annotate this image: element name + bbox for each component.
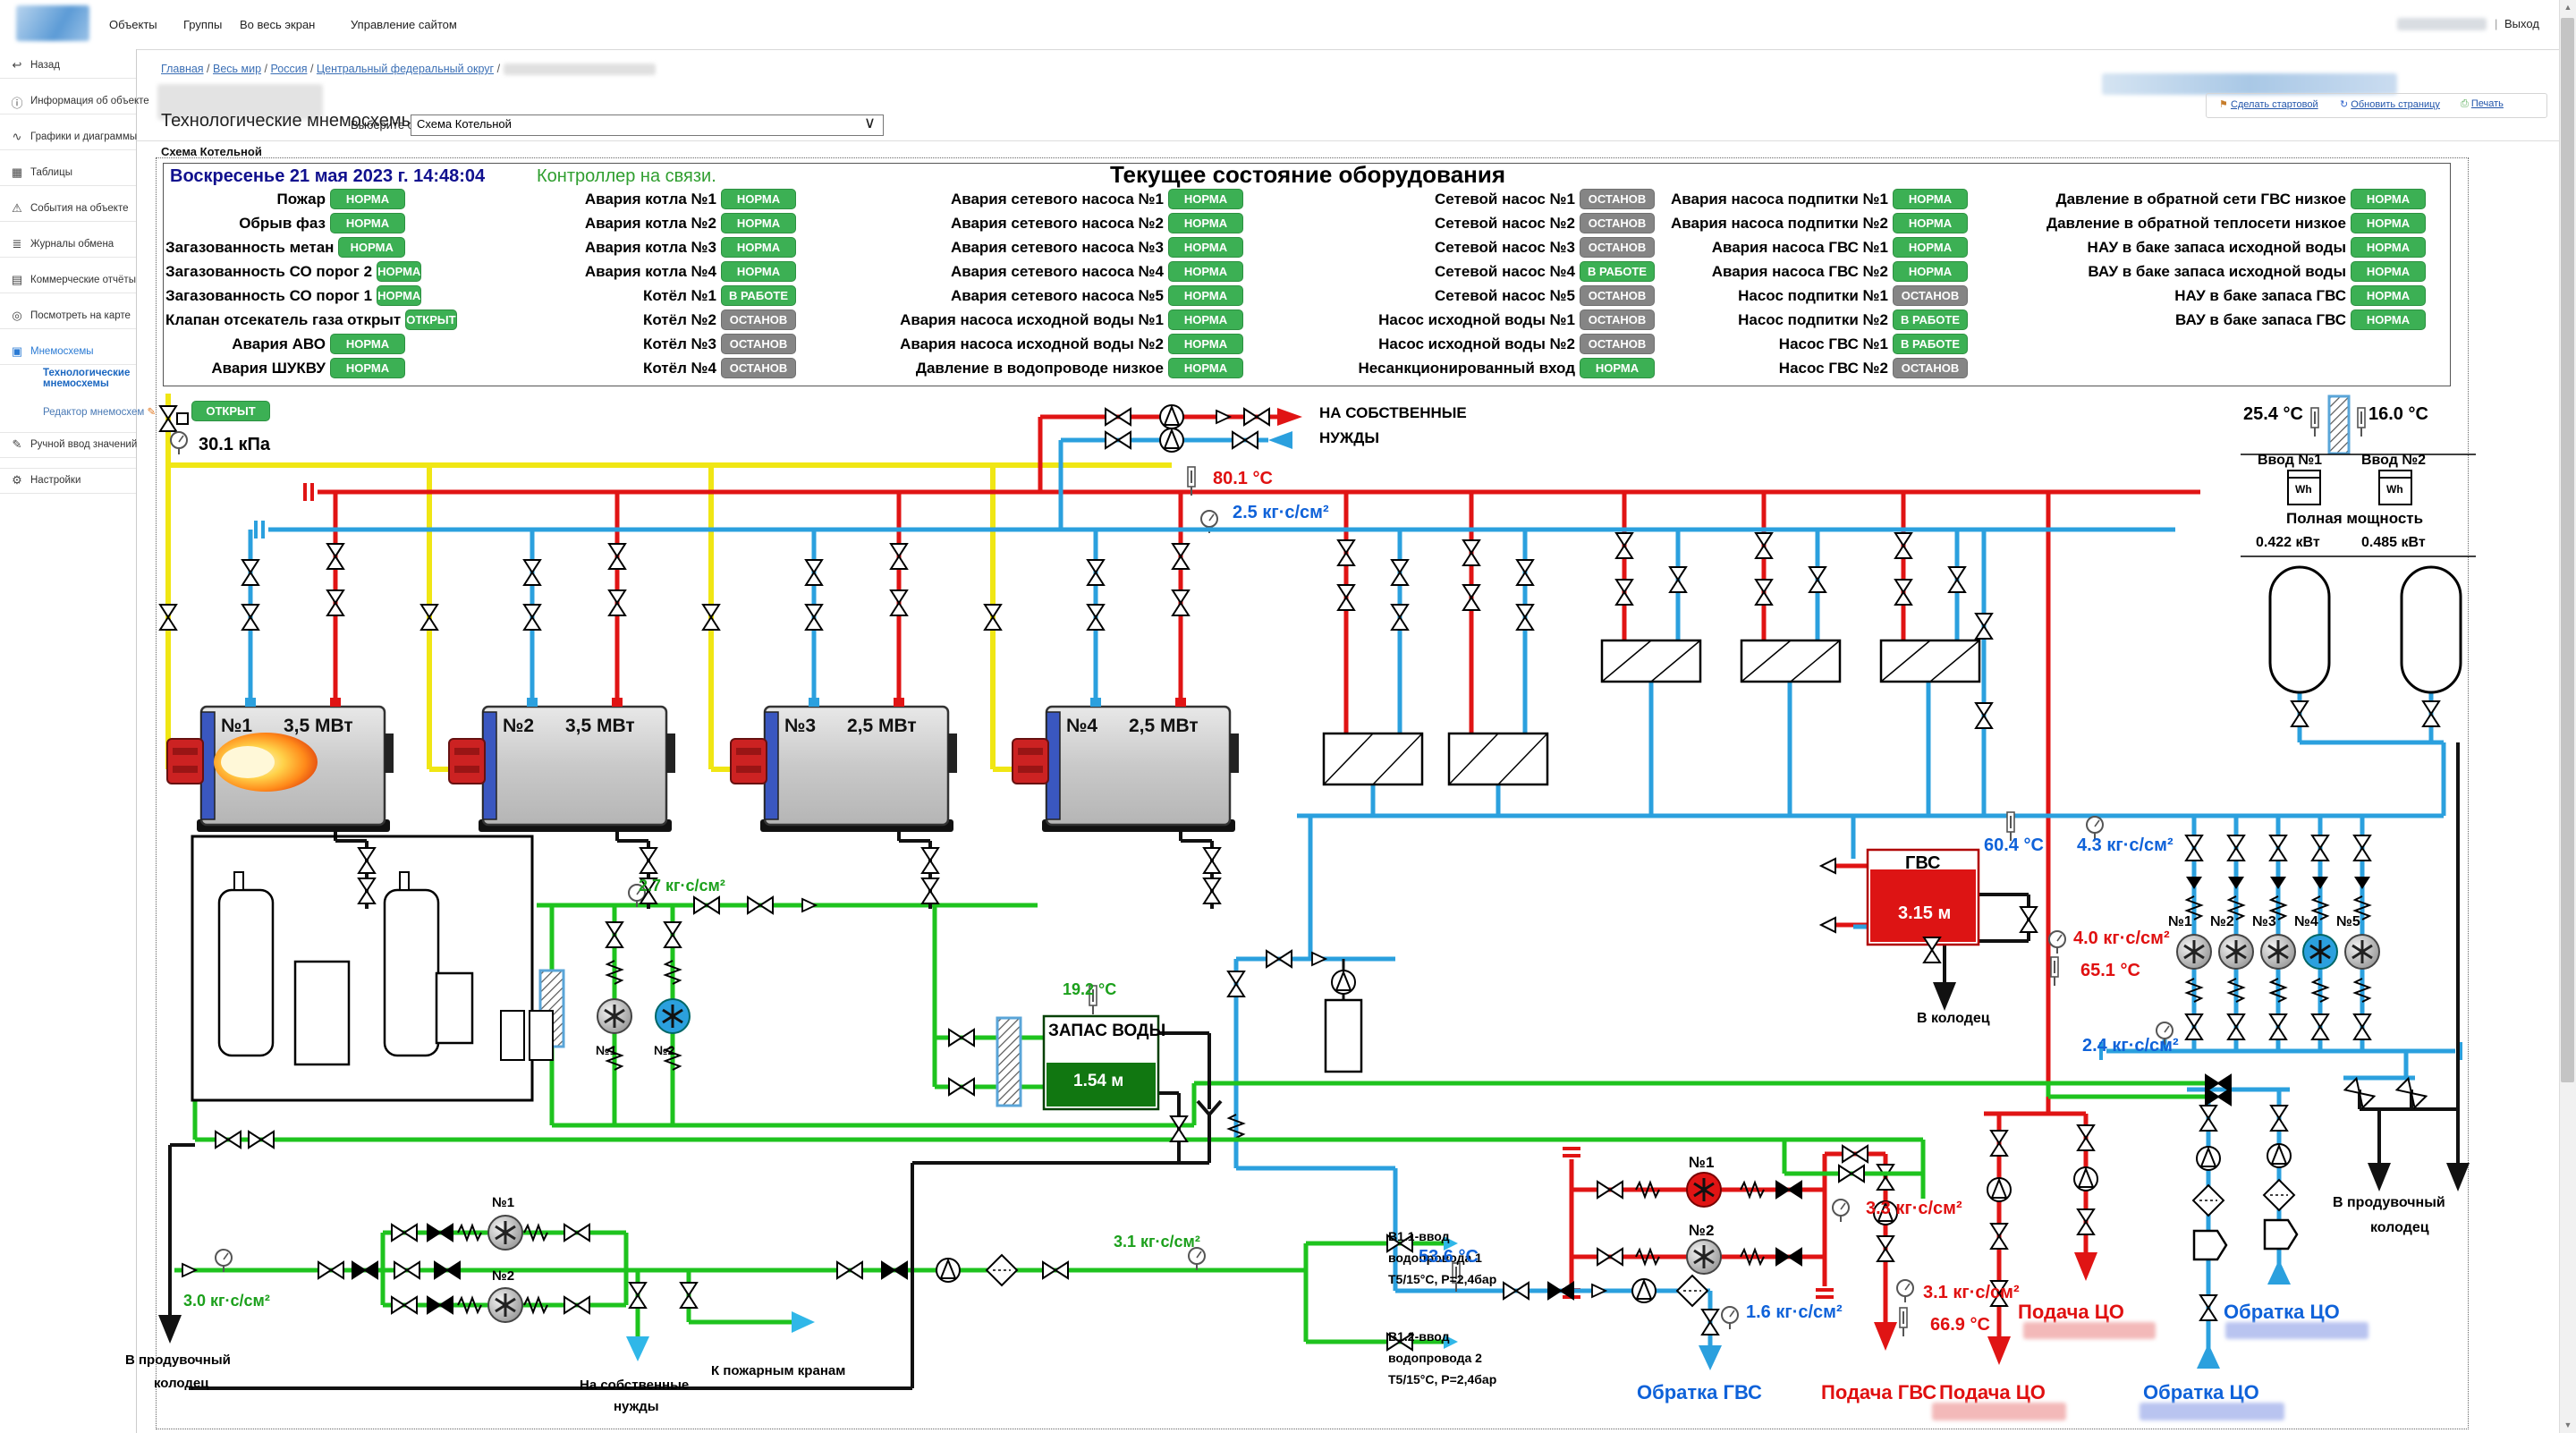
gas-main-valve-icon [160,406,176,431]
full-power: Полная мощность [2286,510,2423,528]
blowdown-r1: В продувочный [2333,1195,2445,1211]
obratka-gvs: Обратка ГВС [1637,1381,1762,1404]
own-needs-2: НУЖДЫ [1319,429,1379,447]
scroll-thumb[interactable] [2561,18,2574,1082]
p-24: 2.4 кг·с/см² [2082,1036,2179,1056]
vvod-1: Ввод №1 [2258,453,2322,469]
net-pump-3: №3 [2252,914,2276,930]
expansion-tank-1 [2270,567,2329,692]
net-pump-1: №1 [2168,914,2192,930]
svg-text:№3: №3 [784,716,816,736]
vvod-2: Ввод №2 [2361,453,2426,469]
inlet-heat-exchanger [2329,396,2349,454]
podacha-co-2: Подача ЦО [2018,1301,2124,1324]
t-cold-out: 16.0 °C [2368,404,2428,425]
raw-pump-2: №2 [492,1268,514,1284]
soft-pump-2: №2 [654,1043,674,1057]
t-536: 53.6 °C [1419,1247,1479,1268]
p-43: 4.3 кг·с/см² [2077,835,2174,856]
vertical-scrollbar[interactable]: ▲ ▼ [2559,0,2576,1433]
gvs-pump-1: №1 [1689,1154,1714,1172]
svg-text:2,5 МВт: 2,5 МВт [847,716,917,736]
t-192: 19.2 °C [1063,980,1116,999]
svg-text:№2: №2 [503,716,534,736]
wh-2: Wh [2386,483,2403,496]
svg-text:3,5 МВт: 3,5 МВт [565,716,635,736]
t-669: 66.9 °C [1930,1315,1990,1335]
power-1: 0.422 кВт [2256,535,2320,551]
water-treatment-unit [192,836,553,1100]
gas-valve-state-badge: ОТКРЫТ [191,401,270,421]
v12-2: водопровода 2 [1388,1351,1482,1365]
gas-pressure: 30.1 кПа [199,435,270,455]
gvs-tank-level: 3.15 м [1898,903,1951,924]
obratka-co-1: Обратка ЦО [2224,1301,2340,1324]
scroll-down-button[interactable]: ▼ [2560,1418,2576,1433]
redacted-address-pink-2 [2023,1322,2156,1339]
boiler-№1: №1 3,5 МВт [167,698,394,832]
t-604: 60.4 °C [1984,835,2044,856]
v-kolodec: В колодец [1917,1011,1990,1027]
obratka-co-2: Обратка ЦО [2143,1381,2259,1404]
redacted-address-blue-2 [2140,1403,2284,1420]
return-pipes [250,440,2455,1358]
p-31g: 3.1 кг·с/см² [1114,1233,1200,1251]
podacha-gvs: Подача ГВС [1821,1381,1936,1404]
podacha-co-1: Подача ЦО [1939,1381,2046,1404]
redacted-address-blue-1 [2225,1322,2368,1339]
boiler-№2: №2 3,5 МВт [449,698,675,832]
t-cold-in: 25.4 °C [2243,404,2303,425]
boiler-room-schematic: №1 3,5 МВт №2 3,5 МВт №3 2,5 МВт [0,0,2576,1433]
zapas-title: ЗАПАС ВОДЫ [1048,1022,1165,1041]
t-supply: 80.1 °C [1213,469,1273,489]
svg-text:№1: №1 [221,716,252,736]
gvs-pump-2: №2 [1689,1222,1714,1240]
p-33: 3.3 кг·с/см² [1866,1199,1962,1219]
zapas-level: 1.54 м [1073,1072,1123,1091]
net-pump-4: №4 [2294,914,2318,930]
boiler-№4: №4 2,5 МВт [1013,698,1239,832]
fire-cranes: К пожарным кранам [711,1363,845,1378]
p-return: 2.5 кг·с/см² [1233,503,1329,523]
net-pump-2: №2 [2210,914,2234,930]
p-27: 2.7 кг·с/см² [639,877,725,895]
svg-text:3,5 МВт: 3,5 МВт [284,716,353,736]
p-40: 4.0 кг·с/см² [2073,928,2170,949]
svg-text:2,5 МВт: 2,5 МВт [1129,716,1199,736]
own-needs-1: НА СОБСТВЕННЫЕ [1319,404,1467,422]
v12-1: В1.2-ввод [1388,1329,1450,1344]
v11-1: В1.1-ввод [1388,1229,1450,1243]
p-31r: 3.1 кг·с/см² [1923,1283,2020,1303]
p-16: 1.6 кг·с/см² [1746,1302,1843,1323]
raw-pump-1: №1 [492,1195,514,1210]
blowdown-r2: колодец [2370,1220,2429,1236]
p-30: 3.0 кг·с/см² [183,1292,270,1310]
boiler-№3: №3 2,5 МВт [731,698,957,832]
soft-pump-1: №1 [596,1043,616,1057]
v11-3: Т5/15°С, P=2,4бар [1388,1272,1496,1286]
blowdown-l2: колодец [154,1376,208,1391]
t-651: 65.1 °C [2080,961,2140,981]
svg-text:№4: №4 [1066,716,1097,736]
redacted-address-pink-1 [1932,1403,2066,1420]
v12-3: Т5/15°С, P=2,4бар [1388,1372,1496,1386]
gvs-tank-title: ГВС [1905,853,1940,874]
net-pump-5: №5 [2336,914,2360,930]
own-needs-b1: На собственные [580,1378,689,1393]
scroll-up-button[interactable]: ▲ [2560,0,2576,15]
wh-1: Wh [2295,483,2312,496]
softener-filter-2 [997,1018,1021,1106]
water-pipes [174,905,2207,1342]
own-needs-b2: нужды [614,1399,659,1414]
boilers: №1 3,5 МВт №2 3,5 МВт №3 2,5 МВт [167,698,1239,832]
blowdown-l1: В продувочный [125,1352,231,1368]
expansion-tank-2 [2402,567,2461,692]
power-2: 0.485 кВт [2361,535,2426,551]
scada-page: ОбъектыГруппыВо весь экранУправление сай… [0,0,2576,1433]
